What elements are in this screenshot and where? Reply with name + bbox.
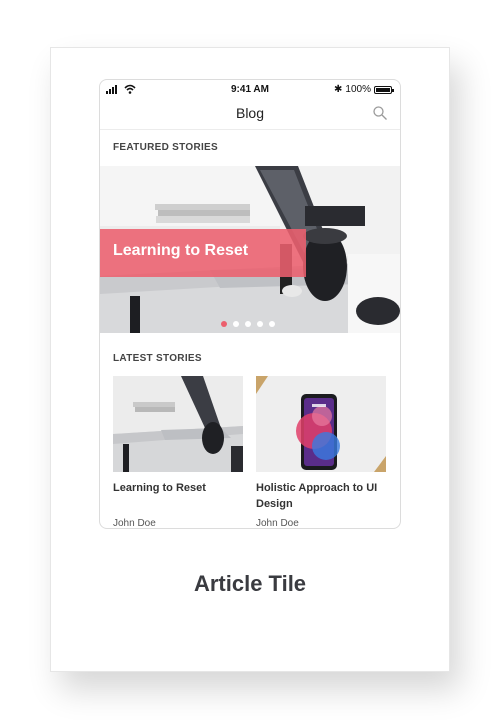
story-author: John Doe — [113, 518, 156, 529]
search-icon[interactable] — [372, 105, 388, 121]
bluetooth-icon: ✱ — [334, 84, 343, 95]
featured-section-label: FEATURED STORIES — [113, 142, 218, 153]
navigation-bar: Blog — [100, 100, 400, 130]
carousel-pagination — [221, 321, 275, 327]
featured-carousel[interactable]: Learning to Reset — [100, 166, 400, 333]
carousel-dot[interactable] — [245, 321, 251, 327]
carousel-dot[interactable] — [221, 321, 227, 327]
story-title: Holistic Approach to UI Design — [256, 482, 378, 510]
story-title: Learning to Reset — [113, 482, 206, 494]
carousel-dot[interactable] — [257, 321, 263, 327]
caption-title: Article Tile — [193, 571, 307, 596]
carousel-dot[interactable] — [269, 321, 275, 327]
latest-story-card[interactable]: Learning to Reset John Doe — [113, 376, 243, 528]
story-author: John Doe — [256, 518, 299, 529]
latest-section-label: LATEST STORIES — [113, 353, 202, 364]
phone-mockup: 9:41 AM ✱ 100% Blog FEATURED STORIES Lea… — [99, 79, 401, 529]
story-thumbnail — [113, 376, 243, 472]
battery-icon — [374, 85, 394, 94]
battery-percent: 100% — [345, 84, 371, 95]
featured-story-banner[interactable]: Learning to Reset — [100, 229, 306, 277]
page-title: Blog — [235, 105, 265, 121]
story-thumbnail — [256, 376, 386, 472]
latest-story-card[interactable]: Holistic Approach to UI Design John Doe — [256, 376, 386, 528]
featured-story-title: Learning to Reset — [113, 242, 249, 259]
carousel-dot[interactable] — [233, 321, 239, 327]
status-bar: 9:41 AM ✱ 100% — [100, 80, 400, 100]
